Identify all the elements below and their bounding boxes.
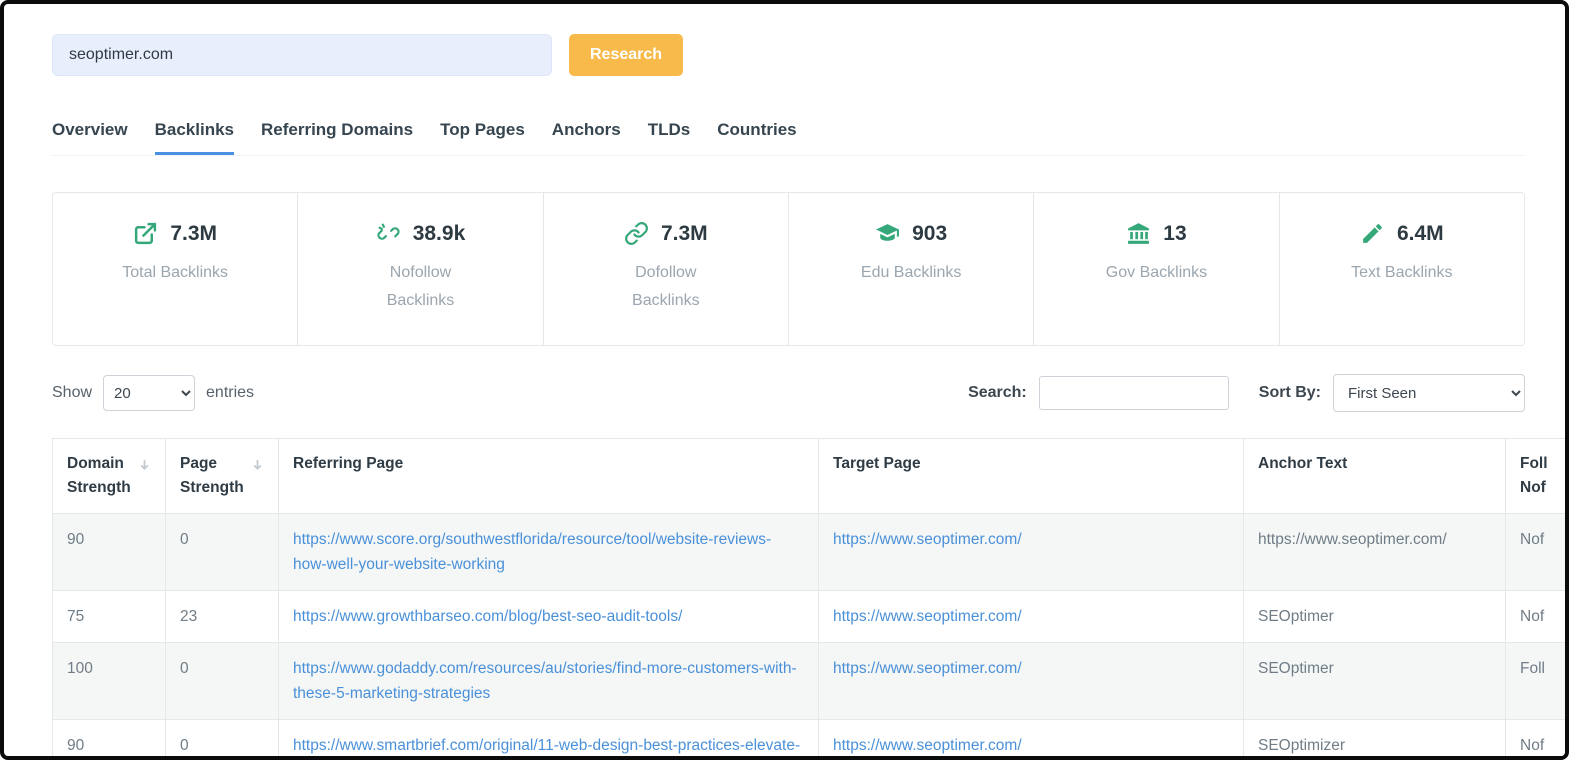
research-button[interactable]: Research: [569, 34, 683, 76]
domain-strength-cell: 90: [53, 720, 166, 760]
domain-strength-cell: 75: [53, 591, 166, 643]
target-page-cell: https://www.seoptimer.com/: [819, 720, 1244, 760]
follow-cell: Nof: [1506, 720, 1566, 760]
table-row: 90 0 https://www.smartbrief.com/original…: [53, 720, 1566, 760]
sort-by-label: Sort By:: [1259, 384, 1321, 402]
stat-label: Text Backlinks: [1342, 259, 1462, 287]
stat-label: Dofollow Backlinks: [606, 259, 726, 315]
stat-value: 7.3M: [661, 222, 708, 246]
anchor-text-cell: https://www.seoptimer.com/: [1244, 514, 1506, 591]
entries-label: entries: [206, 384, 254, 402]
target-page-link[interactable]: https://www.seoptimer.com/: [833, 531, 1022, 548]
table-row: 100 0 https://www.godaddy.com/resources/…: [53, 643, 1566, 720]
link-icon: [624, 221, 649, 246]
referring-page-cell: https://www.growthbarseo.com/blog/best-s…: [279, 591, 819, 643]
referring-page-cell: https://www.godaddy.com/resources/au/sto…: [279, 643, 819, 720]
stat-dofollow-backlinks: 7.3M Dofollow Backlinks: [544, 193, 789, 345]
stat-value: 13: [1163, 222, 1186, 246]
domain-search-bar: Research: [52, 34, 1565, 76]
sort-down-icon[interactable]: [251, 456, 264, 480]
header-label: Nof: [1520, 479, 1546, 496]
backlinks-table: Domain Strength Page Strength: [52, 438, 1565, 760]
stat-label: Edu Backlinks: [851, 259, 971, 287]
page-size-control: Show 20 entries: [52, 375, 254, 411]
follow-cell: Foll: [1506, 643, 1566, 720]
tab-top-pages[interactable]: Top Pages: [440, 120, 525, 155]
table-controls: Show 20 entries Search: Sort By: First S…: [52, 374, 1525, 412]
domain-strength-cell: 90: [53, 514, 166, 591]
pencil-icon: [1360, 221, 1385, 246]
referring-page-link[interactable]: https://www.growthbarseo.com/blog/best-s…: [293, 608, 682, 625]
report-tabs: Overview Backlinks Referring Domains Top…: [52, 120, 1525, 156]
table-search-input[interactable]: [1039, 376, 1229, 410]
sort-down-icon[interactable]: [138, 456, 151, 480]
show-label: Show: [52, 384, 92, 402]
header-follow-nofollow: Foll Nof: [1506, 439, 1566, 514]
anchor-text-cell: SEOptimer: [1244, 591, 1506, 643]
tab-countries[interactable]: Countries: [717, 120, 796, 155]
page-strength-cell: 0: [166, 643, 279, 720]
backlink-research-page: Research Overview Backlinks Referring Do…: [0, 0, 1569, 760]
referring-page-link[interactable]: https://www.godaddy.com/resources/au/sto…: [293, 660, 797, 702]
anchor-text-cell: SEOptimizer: [1244, 720, 1506, 760]
domain-strength-cell: 100: [53, 643, 166, 720]
tab-tlds[interactable]: TLDs: [648, 120, 691, 155]
domain-input[interactable]: [52, 34, 552, 76]
tab-referring-domains[interactable]: Referring Domains: [261, 120, 413, 155]
target-page-link[interactable]: https://www.seoptimer.com/: [833, 660, 1022, 677]
target-page-cell: https://www.seoptimer.com/: [819, 643, 1244, 720]
header-page-strength[interactable]: Page Strength: [166, 439, 279, 514]
page-content: Research Overview Backlinks Referring Do…: [4, 4, 1565, 760]
target-page-link[interactable]: https://www.seoptimer.com/: [833, 737, 1022, 754]
page-strength-cell: 0: [166, 514, 279, 591]
header-label: Domain Strength: [67, 452, 134, 500]
target-page-cell: https://www.seoptimer.com/: [819, 591, 1244, 643]
referring-page-cell: https://www.smartbrief.com/original/11-w…: [279, 720, 819, 760]
referring-page-link[interactable]: https://www.score.org/southwestflorida/r…: [293, 531, 771, 573]
stat-gov-backlinks: 13 Gov Backlinks: [1034, 193, 1279, 345]
target-page-link[interactable]: https://www.seoptimer.com/: [833, 608, 1022, 625]
header-domain-strength[interactable]: Domain Strength: [53, 439, 166, 514]
follow-cell: Nof: [1506, 514, 1566, 591]
page-strength-cell: 0: [166, 720, 279, 760]
search-label: Search:: [968, 384, 1027, 402]
header-anchor-text: Anchor Text: [1244, 439, 1506, 514]
sort-by-select[interactable]: First Seen: [1333, 374, 1525, 412]
stat-value: 38.9k: [413, 222, 466, 246]
table-row: 75 23 https://www.growthbarseo.com/blog/…: [53, 591, 1566, 643]
follow-cell: Nof: [1506, 591, 1566, 643]
page-size-select[interactable]: 20: [103, 375, 195, 411]
backlink-stats-card: 7.3M Total Backlinks 38.9k: [52, 192, 1525, 346]
tab-anchors[interactable]: Anchors: [552, 120, 621, 155]
graduation-cap-icon: [875, 221, 900, 246]
stat-label: Nofollow Backlinks: [360, 259, 480, 315]
tab-backlinks[interactable]: Backlinks: [155, 120, 234, 155]
referring-page-cell: https://www.score.org/southwestflorida/r…: [279, 514, 819, 591]
header-referring-page: Referring Page: [279, 439, 819, 514]
stat-value: 7.3M: [170, 222, 217, 246]
broken-link-icon: [376, 221, 401, 246]
anchor-text-cell: SEOptimer: [1244, 643, 1506, 720]
stat-text-backlinks: 6.4M Text Backlinks: [1280, 193, 1524, 345]
header-label: Page Strength: [180, 452, 247, 500]
stat-value: 903: [912, 222, 947, 246]
tab-overview[interactable]: Overview: [52, 120, 128, 155]
backlinks-table-wrap: Domain Strength Page Strength: [52, 438, 1565, 760]
stat-total-backlinks: 7.3M Total Backlinks: [53, 193, 298, 345]
bank-icon: [1126, 221, 1151, 246]
search-sort-controls: Search: Sort By: First Seen: [968, 374, 1525, 412]
header-label: Foll: [1520, 455, 1548, 472]
table-row: 90 0 https://www.score.org/southwestflor…: [53, 514, 1566, 591]
stat-label: Total Backlinks: [115, 259, 235, 287]
table-header-row: Domain Strength Page Strength: [53, 439, 1566, 514]
stat-label: Gov Backlinks: [1096, 259, 1216, 287]
header-target-page: Target Page: [819, 439, 1244, 514]
referring-page-link[interactable]: https://www.smartbrief.com/original/11-w…: [293, 737, 800, 760]
external-link-icon: [133, 221, 158, 246]
page-strength-cell: 23: [166, 591, 279, 643]
stat-value: 6.4M: [1397, 222, 1444, 246]
stat-nofollow-backlinks: 38.9k Nofollow Backlinks: [298, 193, 543, 345]
stat-edu-backlinks: 903 Edu Backlinks: [789, 193, 1034, 345]
target-page-cell: https://www.seoptimer.com/: [819, 514, 1244, 591]
